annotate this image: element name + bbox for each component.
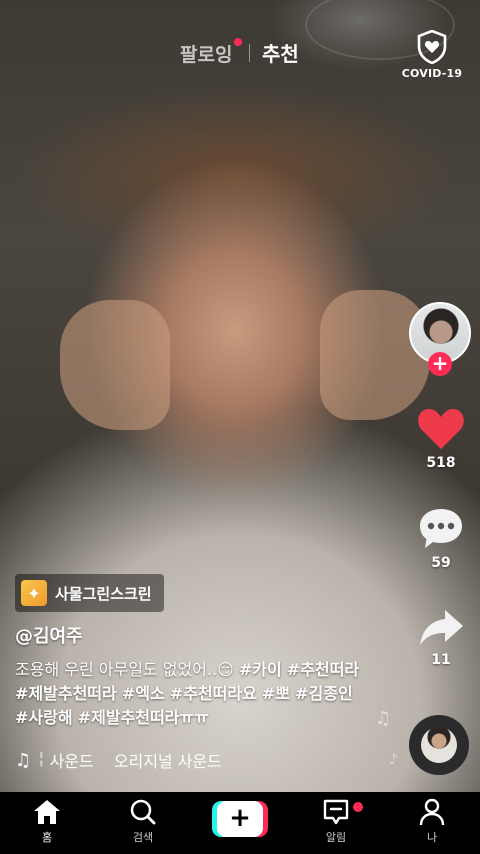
- comment-count: 59: [431, 555, 451, 571]
- covid-button[interactable]: COVID-19: [396, 30, 468, 80]
- comment-button[interactable]: 59: [411, 505, 471, 571]
- share-button[interactable]: 11: [411, 606, 471, 668]
- tab-divider: [249, 44, 250, 62]
- hashtag[interactable]: #제발추천떠라: [15, 684, 117, 703]
- nav-home-label: 홈: [41, 831, 53, 844]
- hashtag[interactable]: #카이: [239, 660, 282, 679]
- nav-me-label: 나: [426, 831, 438, 844]
- plus-icon: +: [217, 801, 263, 837]
- hashtag[interactable]: #사랑해: [15, 708, 73, 727]
- tab-following[interactable]: 팔로잉: [180, 40, 232, 67]
- nav-search[interactable]: 검색: [113, 798, 173, 845]
- search-icon: [130, 799, 156, 825]
- sound-prefix: ╏: [37, 752, 46, 768]
- inbox-new-dot: [353, 802, 363, 812]
- music-note-icon: ♫: [375, 708, 392, 729]
- hashtag[interactable]: #김종인: [295, 684, 353, 703]
- like-button[interactable]: 518: [411, 405, 471, 471]
- sound-original: 오리지널 사운드: [113, 752, 222, 771]
- share-icon: [420, 610, 463, 645]
- hashtag[interactable]: #추천떠라요: [170, 684, 257, 703]
- effect-tag[interactable]: ✦ 사물그린스크린: [15, 574, 164, 612]
- music-note-icon: ♪: [389, 752, 398, 768]
- hashtag[interactable]: #엑소: [122, 684, 165, 703]
- hashtag[interactable]: #뽀: [262, 684, 290, 703]
- following-new-dot: [234, 38, 242, 46]
- shield-heart-icon: [417, 30, 447, 64]
- caption-text: 조용해 우린 아무일도 없었어..😏: [15, 660, 234, 679]
- bottom-nav: 홈 검색 + 알림 나: [0, 792, 480, 854]
- covid-label: COVID-19: [401, 67, 463, 80]
- disc-icon: [409, 715, 469, 775]
- comment-icon: [420, 509, 462, 548]
- inbox-icon: [323, 799, 349, 825]
- share-count: 11: [431, 652, 451, 668]
- like-count: 518: [426, 455, 456, 471]
- caption: 조용해 우린 아무일도 없었어..😏 #카이 #추천떠라 #제발추천떠라 #엑소…: [15, 658, 365, 730]
- create-button[interactable]: +: [212, 801, 268, 837]
- tab-for-you[interactable]: 추천: [262, 38, 299, 67]
- sound-name: 사운드: [49, 752, 94, 771]
- nav-me[interactable]: 나: [402, 798, 462, 845]
- hashtag[interactable]: #추천떠라: [287, 660, 359, 679]
- nav-inbox[interactable]: 알림: [306, 798, 366, 845]
- video-hand-left: [60, 300, 170, 430]
- sound-info[interactable]: ♫ ╏ 사운드 오리지널 사운드: [15, 748, 375, 772]
- username[interactable]: @김여주: [15, 622, 83, 648]
- effect-icon: ✦: [21, 580, 47, 606]
- creator-avatar[interactable]: +: [409, 302, 471, 376]
- follow-button[interactable]: +: [428, 352, 452, 376]
- heart-icon: [418, 409, 464, 449]
- home-icon: [34, 800, 60, 824]
- nav-home[interactable]: 홈: [17, 798, 77, 845]
- effect-label: 사물그린스크린: [55, 584, 152, 603]
- nav-search-label: 검색: [132, 831, 154, 844]
- profile-icon: [419, 798, 445, 826]
- hashtag[interactable]: #제발추천떠라ㅠㅠ: [78, 708, 209, 727]
- music-note-icon: ♫: [15, 749, 32, 771]
- nav-inbox-label: 알림: [325, 831, 347, 844]
- disc-cover: [421, 727, 457, 763]
- sound-disc[interactable]: [409, 715, 469, 775]
